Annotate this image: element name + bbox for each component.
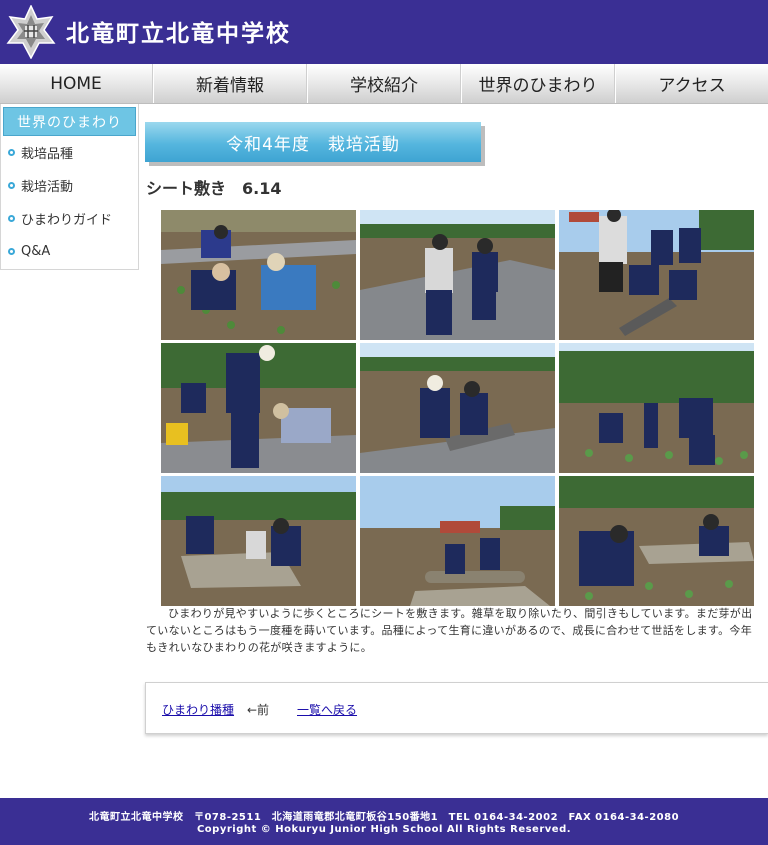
sidebar-item-activities[interactable]: 栽培活動 [1, 169, 138, 202]
gallery-photo[interactable] [360, 476, 555, 606]
school-emblem-icon[interactable] [6, 5, 56, 59]
nav-item-sunflowers[interactable]: 世界のひまわり [461, 64, 615, 103]
sidebar-heading: 世界のひまわり [3, 107, 136, 136]
gallery-photo[interactable] [360, 210, 555, 340]
back-to-list-link[interactable]: 一覧へ戻る [297, 701, 357, 718]
bullet-icon [8, 149, 15, 156]
sidebar-item-label: 栽培品種 [21, 147, 74, 162]
prev-article-link[interactable]: ひまわり播種 [162, 701, 234, 718]
sidebar-item-varieties[interactable]: 栽培品種 [1, 136, 138, 169]
page-title: 令和4年度 栽培活動 [145, 122, 481, 162]
site-title: 北竜町立北竜中学校 [66, 20, 291, 47]
sidebar-item-label: 栽培活動 [21, 180, 74, 195]
nav-item-access[interactable]: アクセス [615, 64, 768, 103]
prev-label: ←前 [247, 703, 270, 717]
gallery-photo[interactable] [360, 343, 555, 473]
activity-description: ひまわりが見やすいように歩くところにシートを敷きます。雑草を取り除いたり、間引き… [146, 607, 753, 654]
sidebar-item-qa[interactable]: Q&A [1, 235, 138, 268]
pager: ひまわり播種 ←前 一覧へ戻る [145, 682, 768, 734]
global-nav: HOME 新着情報 学校紹介 世界のひまわり アクセス [0, 64, 768, 104]
site-footer: 北竜町立北竜中学校 〒078-2511 北海道雨竜郡北竜町板谷150番地1 TE… [0, 798, 768, 845]
footer-address: 北竜町立北竜中学校 〒078-2511 北海道雨竜郡北竜町板谷150番地1 TE… [88, 812, 680, 823]
sidebar: 世界のひまわり 栽培品種 栽培活動 ひまわりガイド Q&A [0, 104, 139, 270]
gallery-photo[interactable] [161, 210, 356, 340]
nav-item-home[interactable]: HOME [0, 64, 153, 103]
gallery-photo[interactable] [559, 210, 754, 340]
site-header: 北竜町立北竜中学校 [0, 0, 768, 64]
gallery-photo[interactable] [161, 476, 356, 606]
gallery-photo[interactable] [559, 343, 754, 473]
gallery-photo[interactable] [559, 476, 754, 606]
bullet-icon [8, 215, 15, 222]
photo-gallery [161, 210, 754, 606]
footer-copyright: Copyright © Hokuryu Junior High School A… [196, 824, 572, 835]
nav-item-news[interactable]: 新着情報 [153, 64, 307, 103]
nav-item-about[interactable]: 学校紹介 [307, 64, 461, 103]
sidebar-item-guide[interactable]: ひまわりガイド [1, 202, 138, 235]
sidebar-item-label: Q&A [21, 244, 51, 259]
section-subtitle: シート敷き 6.14 [146, 179, 282, 198]
bullet-icon [8, 248, 15, 255]
bullet-icon [8, 182, 15, 189]
sidebar-item-label: ひまわりガイド [21, 213, 113, 228]
gallery-photo[interactable] [161, 343, 356, 473]
